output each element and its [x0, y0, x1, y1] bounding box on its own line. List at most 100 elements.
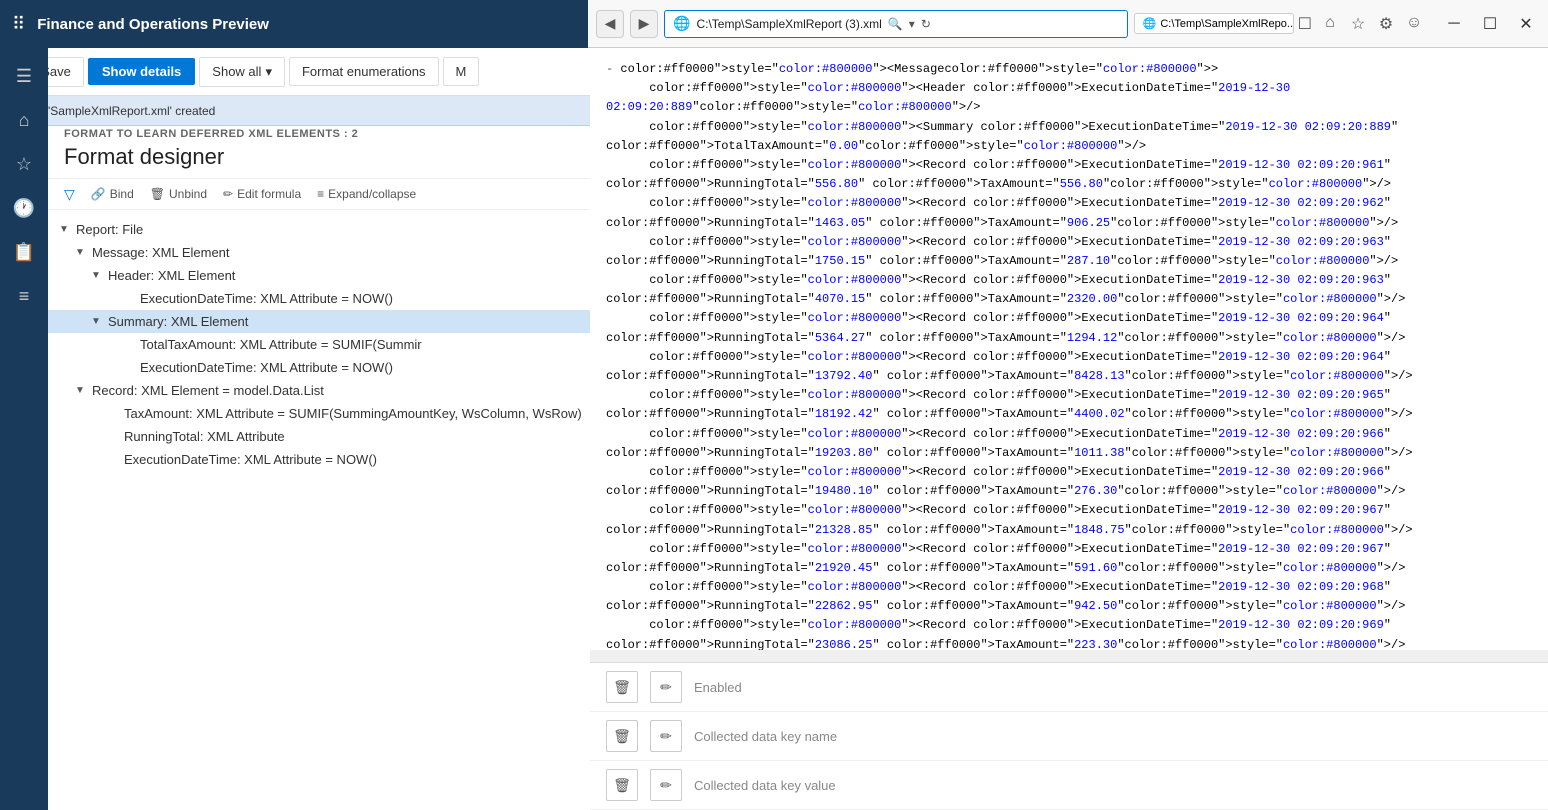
property-label: Enabled: [694, 680, 742, 695]
forward-button[interactable]: ▶: [630, 10, 658, 38]
arrow-icon: [120, 293, 136, 304]
xml-line: color:#ff0000">style="color:#800000"><Re…: [606, 578, 1532, 616]
home-icon[interactable]: ⌂: [1318, 14, 1342, 34]
dropdown-icon[interactable]: ▾: [909, 17, 915, 31]
tab-icon: 🌐: [1143, 17, 1157, 30]
designer-title: Format designer: [48, 144, 590, 178]
xml-line: color:#ff0000">style="color:#800000"><Re…: [606, 616, 1532, 650]
info-message: File 'SampleXmlReport.xml' created: [25, 104, 215, 118]
arrow-icon: ▼: [56, 224, 72, 235]
format-enumerations-button[interactable]: Format enumerations: [289, 57, 439, 86]
show-all-button[interactable]: Show all ▾: [199, 57, 285, 87]
new-tab-button[interactable]: ☐: [1298, 14, 1312, 34]
edit-formula-button[interactable]: ✏ Edit formula: [223, 183, 301, 205]
delete-prop-button[interactable]: 🗑: [606, 769, 638, 801]
delete-prop-button[interactable]: 🗑: [606, 720, 638, 752]
xml-line: color:#ff0000">style="color:#800000"><Re…: [606, 348, 1532, 386]
smile-icon[interactable]: ☺: [1402, 14, 1426, 34]
search-in-bar-icon[interactable]: 🔍: [888, 17, 903, 31]
tree-item[interactable]: RunningTotal: XML Attribute: [48, 425, 590, 448]
xml-line: color:#ff0000">style="color:#800000"><Re…: [606, 540, 1532, 578]
link-icon: 🔗: [91, 187, 106, 201]
xml-line: color:#ff0000">style="color:#800000"><Su…: [606, 118, 1532, 156]
sub-toolbar: ▽ 🔗 Bind 🗑 Unbind ✏ Edit formula ≡ Expan…: [48, 178, 590, 210]
arrow-icon: [120, 362, 136, 373]
tree-item[interactable]: ExecutionDateTime: XML Attribute = NOW(): [48, 287, 590, 310]
sidebar-item-recent[interactable]: 🕐: [4, 188, 44, 228]
unlink-icon: 🗑: [150, 187, 165, 201]
show-details-button[interactable]: Show details: [88, 58, 195, 85]
arrow-icon: [104, 454, 120, 465]
sidebar-item-workspaces[interactable]: 📋: [4, 232, 44, 272]
browser-tab[interactable]: 🌐 C:\Temp\SampleXmlRepo... ✕: [1134, 13, 1294, 34]
url-text: C:\Temp\SampleXmlReport (3).xml: [696, 17, 881, 31]
edit-prop-button[interactable]: ✏: [650, 671, 682, 703]
xml-viewer[interactable]: - color:#ff0000">style="color:#800000"><…: [590, 48, 1548, 650]
toolbar: 💾 Save Show details Show all ▾ Format en…: [0, 48, 590, 96]
tree-item[interactable]: ExecutionDateTime: XML Attribute = NOW(): [48, 448, 590, 471]
arrow-icon: ▼: [88, 270, 104, 281]
property-row: 🗑 ✏ Collected data key value: [590, 761, 1548, 810]
arrow-icon: [104, 408, 120, 419]
browser-bar: ◀ ▶ 🌐 C:\Temp\SampleXmlReport (3).xml 🔍 …: [588, 0, 1548, 48]
tree-item[interactable]: ▼ Record: XML Element = model.Data.List: [48, 379, 590, 402]
sidebar-item-favorites[interactable]: ☆: [4, 144, 44, 184]
chevron-down-icon: ▾: [265, 64, 272, 80]
xml-line: color:#ff0000">style="color:#800000"><Re…: [606, 233, 1532, 271]
grid-icon[interactable]: ⠿: [12, 14, 25, 35]
xml-line: color:#ff0000">style="color:#800000"><Re…: [606, 156, 1532, 194]
tree-item[interactable]: ▼ Header: XML Element: [48, 264, 590, 287]
star-icon[interactable]: ☆: [1346, 14, 1370, 34]
sidebar-item-menu[interactable]: ☰: [4, 56, 44, 96]
settings-icon[interactable]: ⚙: [1374, 14, 1398, 34]
sidebar-item-home[interactable]: ⌂: [4, 100, 44, 140]
edit-prop-button[interactable]: ✏: [650, 720, 682, 752]
arrow-icon: [104, 431, 120, 442]
tree-item[interactable]: TaxAmount: XML Attribute = SUMIF(Summing…: [48, 402, 590, 425]
tab-area: 🌐 C:\Temp\SampleXmlRepo... ✕ ☐: [1134, 13, 1312, 34]
left-sidebar: ☰ ⌂ ☆ 🕐 📋 ≡: [0, 48, 48, 810]
more-button[interactable]: M: [443, 57, 480, 86]
property-panel: 🗑 ✏ Enabled 🗑 ✏ Collected data key name …: [590, 662, 1548, 810]
tree-container: ▼ Report: File ▼ Message: XML Element ▼ …: [48, 210, 590, 479]
unbind-button[interactable]: 🗑 Unbind: [150, 183, 207, 205]
formula-icon: ✏: [223, 187, 233, 201]
arrow-icon: [120, 339, 136, 350]
xml-line: color:#ff0000">style="color:#800000"><Re…: [606, 386, 1532, 424]
browser-actions: ⌂ ☆ ⚙ ☺: [1318, 14, 1426, 34]
arrow-icon: ▼: [72, 385, 88, 396]
info-bar: ℹ File 'SampleXmlReport.xml' created: [0, 96, 590, 126]
filter-icon: ▽: [64, 186, 75, 203]
tree-item[interactable]: ▼ Message: XML Element: [48, 241, 590, 264]
edit-prop-button[interactable]: ✏: [650, 769, 682, 801]
designer-panel: FORMAT TO LEARN DEFERRED XML ELEMENTS : …: [48, 120, 590, 810]
tree-item[interactable]: TotalTaxAmount: XML Attribute = SUMIF(Su…: [48, 333, 590, 356]
expand-collapse-button[interactable]: ≡ Expand/collapse: [317, 183, 416, 205]
minimize-button[interactable]: ─: [1440, 10, 1468, 38]
tree-item-selected[interactable]: ▼ Summary: XML Element: [48, 310, 590, 333]
property-label: Collected data key name: [694, 729, 837, 744]
tree-item[interactable]: ExecutionDateTime: XML Attribute = NOW(): [48, 356, 590, 379]
property-label: Collected data key value: [694, 778, 836, 793]
property-row: 🗑 ✏ Collected data key name: [590, 712, 1548, 761]
maximize-button[interactable]: ☐: [1476, 10, 1504, 38]
bind-button[interactable]: 🔗 Bind: [91, 183, 134, 205]
xml-line: color:#ff0000">style="color:#800000"><He…: [606, 79, 1532, 117]
back-button[interactable]: ◀: [596, 10, 624, 38]
refresh-icon[interactable]: ↻: [921, 17, 931, 31]
arrow-icon: ▼: [72, 247, 88, 258]
xml-line: color:#ff0000">style="color:#800000"><Re…: [606, 501, 1532, 539]
xml-line: color:#ff0000">style="color:#800000"><Re…: [606, 425, 1532, 463]
window-controls: ─ ☐ ✕: [1440, 10, 1540, 38]
xml-line: color:#ff0000">style="color:#800000"><Re…: [606, 271, 1532, 309]
close-button[interactable]: ✕: [1512, 10, 1540, 38]
xml-line: - color:#ff0000">style="color:#800000"><…: [606, 60, 1532, 79]
address-bar[interactable]: 🌐 C:\Temp\SampleXmlReport (3).xml 🔍 ▾ ↻: [664, 10, 1128, 38]
xml-line: color:#ff0000">style="color:#800000"><Re…: [606, 463, 1532, 501]
delete-prop-button[interactable]: 🗑: [606, 671, 638, 703]
expand-icon: ≡: [317, 187, 324, 201]
xml-line: color:#ff0000">style="color:#800000"><Re…: [606, 194, 1532, 232]
sidebar-item-list[interactable]: ≡: [4, 276, 44, 316]
tree-item[interactable]: ▼ Report: File: [48, 218, 590, 241]
xml-line: color:#ff0000">style="color:#800000"><Re…: [606, 309, 1532, 347]
